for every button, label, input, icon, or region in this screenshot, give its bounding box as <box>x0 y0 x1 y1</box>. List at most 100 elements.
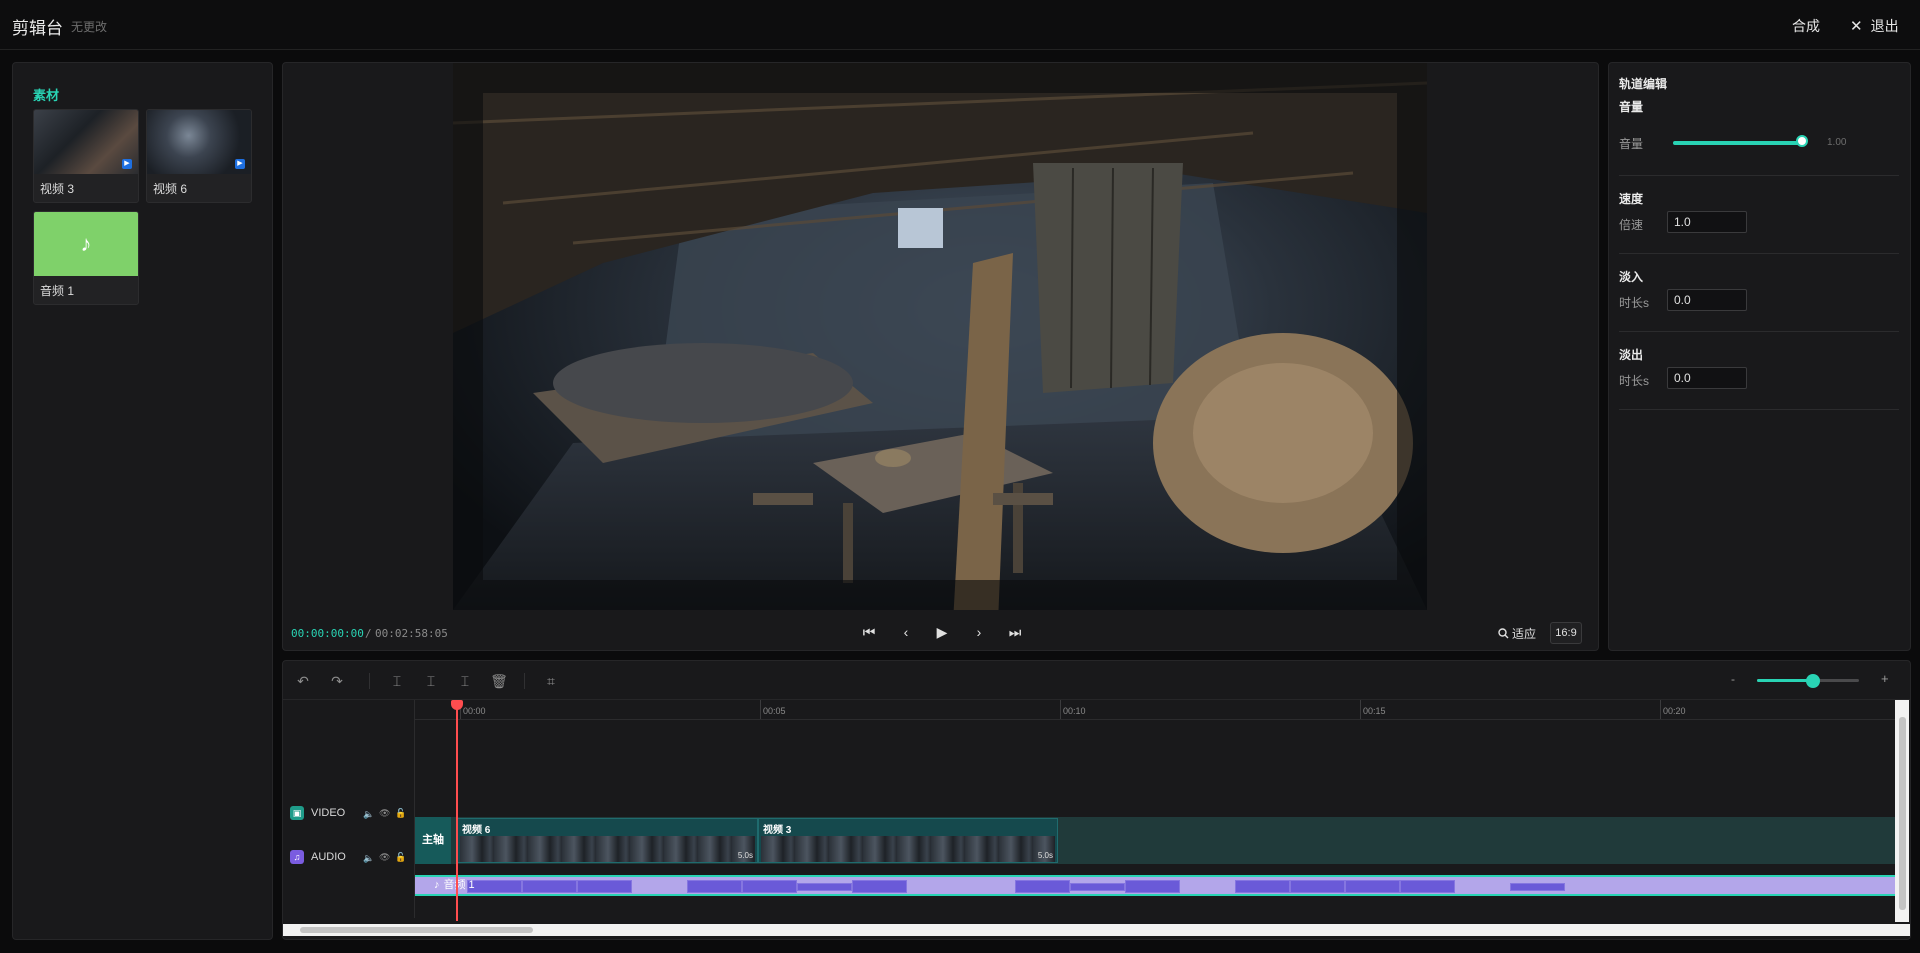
track-header-column: ▣ VIDEO 🔈 👁 🔓 ♫ AUDIO 🔈 👁 🔓 <box>283 700 415 918</box>
exit-button[interactable]: ✕ 退出 <box>1850 16 1899 36</box>
next-frame-button[interactable]: › <box>967 620 991 644</box>
trim-right-button[interactable]: ⌶ <box>455 671 475 691</box>
fit-button[interactable]: 适应 <box>1498 625 1536 642</box>
volume-slider-handle[interactable] <box>1796 135 1808 147</box>
ruler-label: 00:20 <box>1663 706 1686 716</box>
skip-start-icon: ⏮ <box>862 624 876 640</box>
video-preview[interactable] <box>453 63 1427 610</box>
waveform-block <box>1290 880 1345 893</box>
playhead[interactable] <box>456 703 458 921</box>
waveform-block <box>687 880 742 893</box>
redo-icon: ↷ <box>331 673 343 689</box>
ruler-tick <box>760 700 761 719</box>
speed-label: 倍速 <box>1619 218 1644 232</box>
zoom-out-button[interactable]: - <box>1731 672 1735 686</box>
fit-label: 适应 <box>1512 627 1537 641</box>
eye-icon[interactable]: 👁 <box>379 852 390 863</box>
media-item-label: 视频 6 <box>153 182 188 196</box>
audio-clip[interactable] <box>415 875 1895 896</box>
horizontal-scroll-thumb[interactable] <box>300 927 533 933</box>
lock-icon[interactable]: 🔓 <box>395 808 406 819</box>
fade-out-section-title: 淡出 <box>1619 348 1644 362</box>
vertical-scroll-thumb[interactable] <box>1899 717 1906 910</box>
waveform-block <box>522 880 577 893</box>
audio-clip-name: 音频 1 <box>443 879 475 891</box>
waveform-block <box>797 883 852 891</box>
section-divider <box>1619 409 1899 410</box>
delete-button[interactable]: 🗑 <box>489 671 509 691</box>
media-panel: 素材 ▶ 视频 3 ▶ 视频 6 ♪ 音频 1 <box>12 62 273 940</box>
aspect-ratio-button[interactable]: 16:9 <box>1550 622 1582 644</box>
media-title: 素材 <box>33 88 60 103</box>
audio-clip-label: ♪ 音频 1 <box>428 875 475 896</box>
waveform-block <box>1125 880 1180 893</box>
volume-label: 音量 <box>1619 137 1644 151</box>
speed-section-title: 速度 <box>1619 192 1644 206</box>
exit-label: 退出 <box>1870 18 1899 34</box>
close-icon: ✕ <box>1850 18 1863 35</box>
mute-icon[interactable]: 🔈 <box>363 853 374 864</box>
split-button[interactable]: ⌶ <box>387 671 407 691</box>
crop-button[interactable]: ⌗ <box>541 671 561 691</box>
waveform-block <box>467 880 522 893</box>
previous-frame-button[interactable]: ‹ <box>894 620 918 644</box>
fade-out-duration-input[interactable] <box>1667 367 1747 389</box>
trim-left-button[interactable]: ⌶ <box>421 671 441 691</box>
section-divider <box>1619 331 1899 332</box>
compose-button[interactable]: 合成 <box>1792 16 1820 36</box>
mute-icon[interactable]: 🔈 <box>363 809 374 820</box>
fade-in-duration-input[interactable] <box>1667 289 1747 311</box>
fade-in-duration-label: 时长s <box>1619 296 1650 310</box>
redo-button[interactable]: ↷ <box>327 671 347 691</box>
lock-icon[interactable]: 🔓 <box>395 852 406 863</box>
clip-name: 视频 3 <box>763 825 792 836</box>
fade-in-section-title: 淡入 <box>1619 270 1644 284</box>
ruler-tick <box>1060 700 1061 719</box>
waveform-block <box>742 880 797 893</box>
media-item-video-6[interactable]: ▶ 视频 6 <box>146 109 252 203</box>
clip-filmstrip <box>761 836 1055 862</box>
waveform-block <box>852 880 907 893</box>
skip-end-icon: ⏭ <box>1008 624 1022 640</box>
eye-icon[interactable]: 👁 <box>379 808 390 819</box>
music-note-icon: ♪ <box>434 879 440 891</box>
music-note-icon: ♪ <box>34 212 138 276</box>
video-clip[interactable]: 视频 6 5.0s <box>457 818 758 863</box>
media-item-video-3[interactable]: ▶ 视频 3 <box>33 109 139 203</box>
zoom-in-button[interactable]: + <box>1881 671 1889 686</box>
app-title: 剪辑台 <box>12 19 63 38</box>
search-icon <box>1498 628 1509 639</box>
video-clip[interactable]: 视频 3 5.0s <box>758 818 1058 863</box>
media-item-label: 音频 1 <box>40 284 75 298</box>
waveform-block <box>1345 880 1400 893</box>
skip-to-start-button[interactable]: ⏮ <box>857 620 881 644</box>
timeline-panel: ↶ ↷ ⌶ ⌶ ⌶ 🗑 ⌗ - + ▣ VIDEO 🔈 👁 🔓 ♫ AUDIO … <box>282 660 1911 940</box>
trim-left-icon: ⌶ <box>426 673 436 689</box>
trim-right-icon: ⌶ <box>460 673 470 689</box>
volume-slider-track[interactable] <box>1673 141 1803 145</box>
volume-value: 1.00 <box>1827 137 1847 148</box>
video-track-icon: ▣ <box>290 806 304 820</box>
undo-icon: ↶ <box>297 673 309 689</box>
waveform-block <box>1015 880 1070 893</box>
skip-to-end-button[interactable]: ⏭ <box>1003 620 1027 644</box>
play-button[interactable]: ▶ <box>930 620 954 644</box>
fade-out-duration-label: 时长s <box>1619 374 1650 388</box>
track-edit-panel: 轨道编辑 音量 音量 1.00 速度 倍速 淡入 时长s 淡出 时长s <box>1608 62 1911 651</box>
speed-input[interactable] <box>1667 211 1747 233</box>
chevron-left-icon: ‹ <box>903 624 909 640</box>
audio-track-icon: ♫ <box>290 850 304 864</box>
play-icon: ▶ <box>936 624 948 640</box>
undo-button[interactable]: ↶ <box>293 671 313 691</box>
video-track-label: VIDEO <box>311 807 346 819</box>
time-ruler[interactable]: 00:00 00:05 00:10 00:15 00:20 <box>415 700 1895 720</box>
track-edit-title: 轨道编辑 <box>1619 77 1668 91</box>
ruler-label: 00:00 <box>463 706 486 716</box>
media-item-label: 视频 3 <box>40 182 75 196</box>
section-divider <box>1619 253 1899 254</box>
zoom-slider-fill <box>1757 679 1812 682</box>
media-item-audio-1[interactable]: ♪ 音频 1 <box>33 211 139 305</box>
toolbar-divider <box>524 673 525 689</box>
zoom-slider-handle[interactable] <box>1806 674 1820 688</box>
total-duration: 00:02:58:05 <box>375 627 448 640</box>
